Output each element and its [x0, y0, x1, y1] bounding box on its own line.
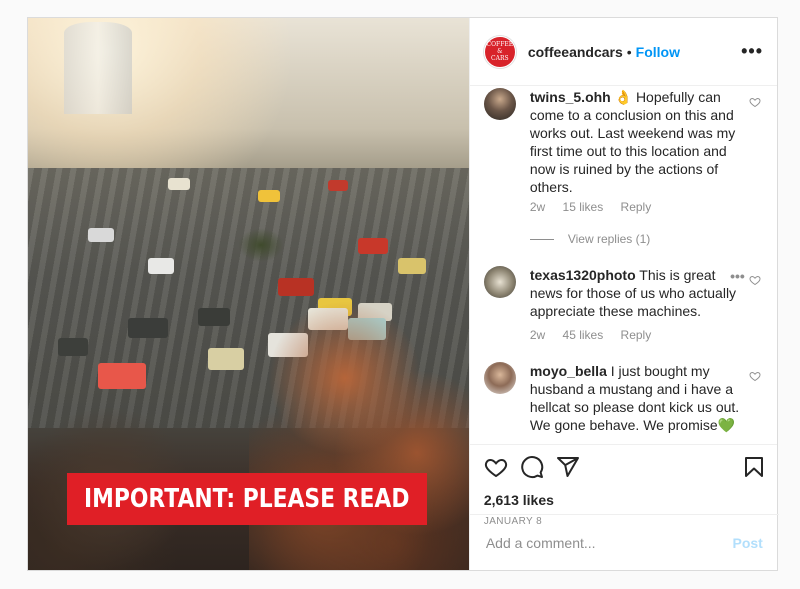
- view-replies-button[interactable]: View replies (1): [529, 232, 651, 246]
- post-card: IMPORTANT: PLEASE READ COFFEE & CARS cof…: [27, 17, 779, 571]
- separator-dot: •: [626, 43, 632, 60]
- view-replies-label: View replies (1): [567, 232, 651, 246]
- building: [64, 22, 132, 114]
- comment-age: 2w: [529, 328, 546, 342]
- commenter-username[interactable]: moyo_bella: [530, 363, 607, 379]
- likes-count[interactable]: 2,613 likes: [484, 492, 554, 508]
- bookmark-icon[interactable]: [742, 455, 766, 479]
- comment-meta: 2w 15 likes Reply: [530, 200, 665, 214]
- comment-icon[interactable]: [520, 455, 544, 479]
- comment-body: moyo_bella I just bought my husband a mu…: [530, 362, 742, 434]
- commenter-avatar[interactable]: [483, 362, 516, 394]
- comment-input[interactable]: [485, 534, 733, 551]
- post-header: COFFEE & CARS coffeeandcars • Follow •••: [469, 18, 777, 86]
- commenter-username[interactable]: texas1320photo: [530, 267, 636, 283]
- comment-age: 2w: [529, 200, 546, 214]
- comment-likes[interactable]: 45 likes: [563, 328, 604, 342]
- autumn-trees: [248, 288, 469, 570]
- replies-line: [529, 238, 554, 240]
- logo-text-middle: &: [497, 48, 503, 55]
- logo-text-top: COFFEE: [486, 41, 514, 48]
- comment-body: twins_5.ohh 👌 Hopefully can come to a co…: [530, 88, 742, 196]
- comment-more-icon[interactable]: •••: [730, 268, 745, 284]
- heart-icon[interactable]: [749, 370, 761, 382]
- add-comment-bar: Post: [469, 514, 779, 570]
- commenter-username[interactable]: twins_5.ohh: [530, 89, 611, 105]
- post-image[interactable]: IMPORTANT: PLEASE READ: [28, 18, 469, 570]
- follow-button[interactable]: Follow: [636, 44, 680, 60]
- share-icon[interactable]: [556, 455, 580, 479]
- heart-icon[interactable]: [484, 455, 508, 479]
- reply-button[interactable]: Reply: [621, 200, 652, 214]
- palm-tree: [238, 228, 284, 262]
- commenter-avatar[interactable]: [483, 88, 516, 120]
- post-comment-button[interactable]: Post: [732, 535, 762, 551]
- username-link[interactable]: coffeeandcars: [528, 44, 623, 60]
- comment-meta: 2w 45 likes Reply: [530, 328, 665, 342]
- more-options-icon[interactable]: •••: [741, 41, 763, 62]
- post-actions: [469, 444, 777, 480]
- banner-text: IMPORTANT: PLEASE READ: [84, 484, 410, 514]
- logo-text-bottom: CARS: [491, 55, 509, 62]
- heart-icon[interactable]: [749, 96, 761, 108]
- comment-likes[interactable]: 15 likes: [563, 200, 604, 214]
- commenter-avatar[interactable]: [483, 266, 516, 298]
- comments-list[interactable]: twins_5.ohh 👌 Hopefully can come to a co…: [470, 86, 777, 444]
- reply-button[interactable]: Reply: [621, 328, 652, 342]
- heart-icon[interactable]: [749, 274, 761, 286]
- post-side-panel: COFFEE & CARS coffeeandcars • Follow •••…: [468, 18, 779, 570]
- comment-body: texas1320photo This is great news for th…: [530, 266, 742, 320]
- important-banner: IMPORTANT: PLEASE READ: [67, 473, 427, 525]
- profile-avatar[interactable]: COFFEE & CARS: [483, 35, 516, 68]
